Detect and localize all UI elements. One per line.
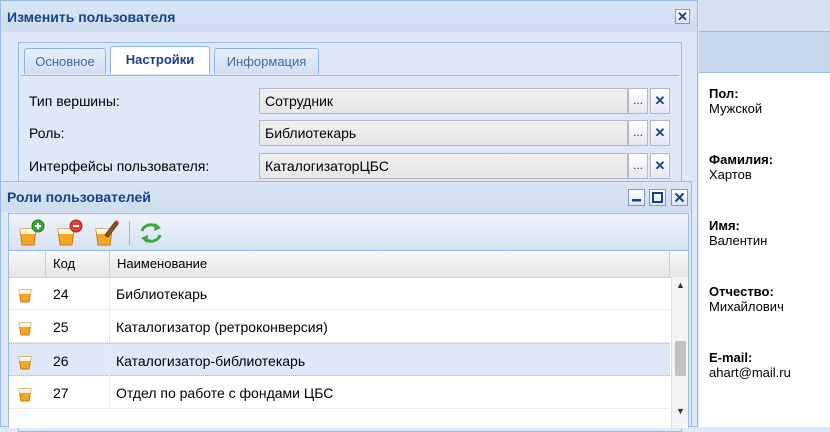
role-icon	[18, 289, 32, 303]
column-divider	[109, 344, 110, 377]
surname-label: Фамилия:	[709, 152, 774, 167]
code-column-header[interactable]: Код	[46, 251, 110, 277]
roles-toolbar	[8, 213, 689, 251]
node-type-field[interactable]: Сотрудник	[259, 88, 628, 114]
interfaces-clear-icon[interactable]: ✕	[650, 153, 670, 179]
name-column-header[interactable]: Наименование	[110, 251, 670, 277]
grid-scrollbar[interactable]: ▲ ▼	[671, 277, 688, 428]
details-panel-toolbar	[699, 32, 830, 73]
role-field[interactable]: Библиотекарь	[259, 120, 628, 146]
roles-grid: Код Наименование 24 Библиотекарь 25 Ката…	[8, 251, 689, 428]
column-divider	[109, 376, 110, 409]
edit-user-titlebar[interactable]: Изменить пользователя ✕	[1, 1, 697, 32]
remove-role-icon[interactable]	[55, 219, 83, 247]
role-code: 25	[53, 319, 69, 335]
role-clear-icon[interactable]: ✕	[650, 120, 670, 146]
edit-user-title: Изменить пользователя	[7, 9, 176, 25]
role-icon	[18, 356, 32, 370]
node-type-picker-button[interactable]: ...	[628, 88, 648, 114]
patronymic-value: Михайлович	[709, 299, 784, 314]
column-divider	[109, 277, 110, 310]
close-icon[interactable]: ✕	[675, 9, 690, 24]
edit-role-icon[interactable]	[93, 219, 121, 247]
role-code: 27	[53, 385, 69, 401]
interfaces-field[interactable]: КаталогизаторЦБС	[259, 153, 628, 179]
interfaces-label: Интерфейсы пользователя:	[29, 158, 210, 174]
icon-column-header	[9, 251, 46, 277]
details-panel-header	[699, 0, 830, 32]
maximize-icon[interactable]	[649, 189, 666, 206]
role-name: Каталогизатор (ретроконверсия)	[116, 319, 328, 335]
scroll-down-icon[interactable]: ▼	[672, 403, 688, 420]
node-type-label: Тип вершины:	[29, 93, 120, 109]
role-code: 26	[53, 353, 69, 369]
table-row-selected[interactable]: 26 Каталогизатор-библиотекарь	[9, 343, 670, 377]
close-icon[interactable]	[671, 189, 688, 206]
patronymic-label: Отчество:	[709, 284, 774, 299]
role-icon	[18, 388, 32, 402]
table-row[interactable]: 25 Каталогизатор (ретроконверсия)	[9, 310, 670, 343]
user-details: Пол: Мужской Фамилия: Хартов Имя: Валент…	[709, 86, 827, 416]
tab-settings[interactable]: Настройки	[110, 46, 210, 74]
surname-value: Хартов	[709, 167, 752, 182]
firstname-value: Валентин	[709, 233, 768, 248]
interfaces-picker-button[interactable]: ...	[628, 153, 648, 179]
user-roles-title: Роли пользователей	[7, 189, 151, 205]
gender-label: Пол:	[709, 86, 739, 101]
scroll-thumb[interactable]	[675, 341, 686, 376]
column-divider	[109, 310, 110, 343]
user-roles-titlebar[interactable]: Роли пользователей	[1, 182, 691, 212]
tab-info[interactable]: Информация	[214, 48, 319, 74]
firstname-label: Имя:	[709, 218, 740, 233]
role-name: Отдел по работе с фондами ЦБС	[116, 385, 334, 401]
role-icon	[18, 322, 32, 336]
node-type-clear-icon[interactable]: ✕	[650, 88, 670, 114]
table-row[interactable]: 24 Библиотекарь	[9, 277, 670, 310]
add-role-icon[interactable]	[17, 219, 45, 247]
role-code: 24	[53, 286, 69, 302]
email-label: E-mail:	[709, 350, 753, 365]
toolbar-separator	[129, 221, 130, 245]
gender-value: Мужской	[709, 101, 763, 116]
scroll-up-icon[interactable]: ▲	[672, 277, 688, 294]
grid-header: Код Наименование	[9, 251, 688, 278]
user-roles-window: Роли пользователей Код Наименование 24 Б…	[0, 181, 692, 428]
role-name: Каталогизатор-библиотекарь	[116, 353, 306, 369]
minimize-icon[interactable]	[628, 189, 645, 206]
role-name: Библиотекарь	[116, 286, 208, 302]
user-details-panel: Пол: Мужской Фамилия: Хартов Имя: Валент…	[699, 0, 830, 427]
table-row[interactable]: 27 Отдел по работе с фондами ЦБС	[9, 376, 670, 409]
role-label: Роль:	[29, 125, 65, 141]
refresh-icon[interactable]	[137, 219, 165, 247]
role-picker-button[interactable]: ...	[628, 120, 648, 146]
email-value: ahart@mail.ru	[709, 365, 791, 380]
tab-main[interactable]: Основное	[24, 48, 106, 74]
tab-strip: Основное Настройки Информация	[21, 45, 679, 76]
